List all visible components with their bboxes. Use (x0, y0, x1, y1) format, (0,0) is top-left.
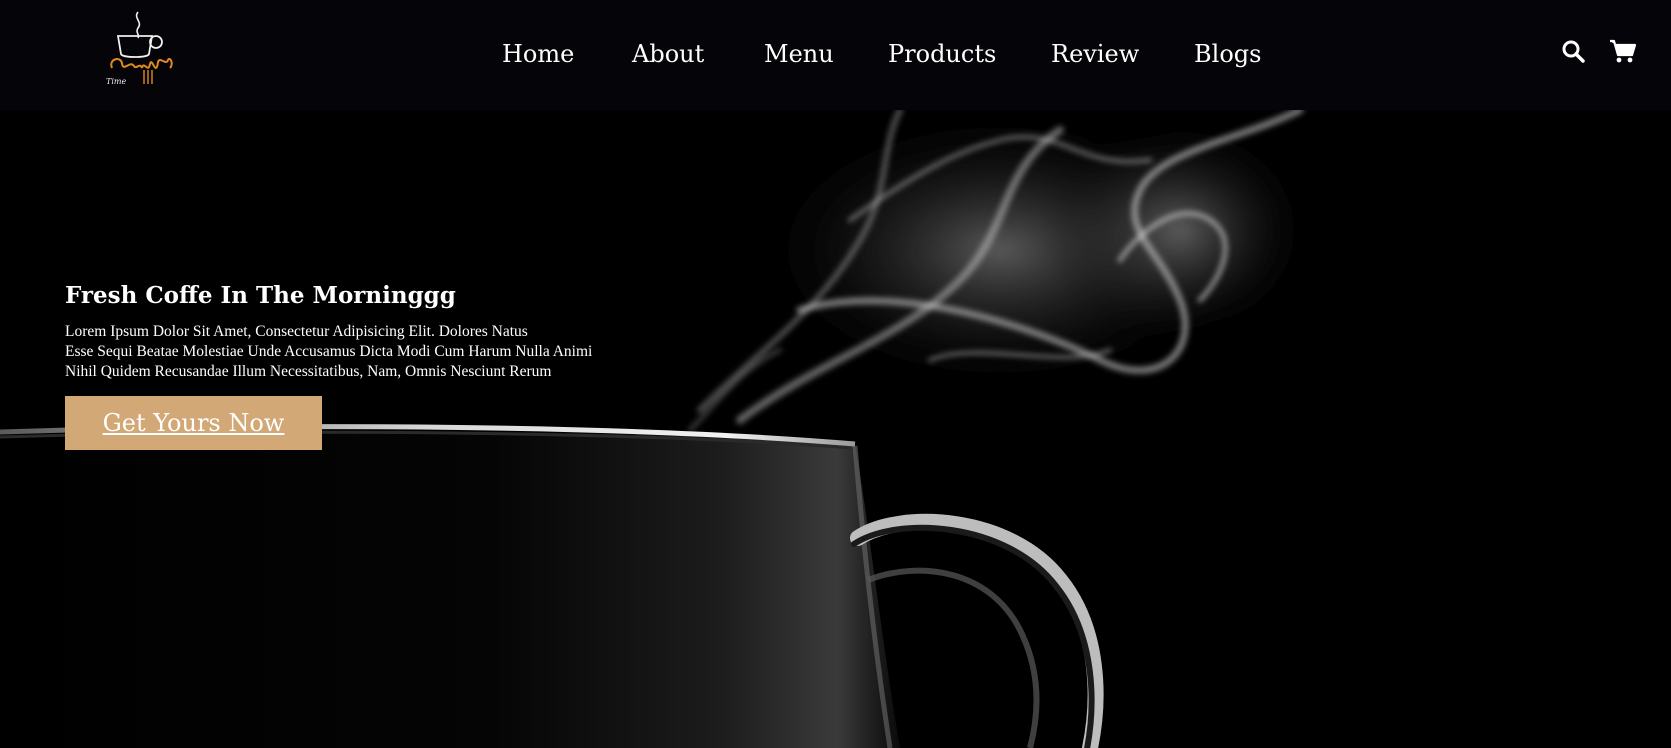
nav-item-blogs[interactable]: Blogs (1194, 36, 1261, 72)
hero-description-line: Esse Sequi Beatae Molestiae Unde Accusam… (65, 343, 593, 360)
coffee-time-logo[interactable]: Time (100, 10, 180, 88)
hero-description-line: Lorem Ipsum Dolor Sit Amet, Consectetur … (65, 323, 528, 340)
svg-text:Time: Time (106, 77, 126, 86)
nav-item-menu[interactable]: Menu (764, 36, 834, 72)
search-button[interactable] (1556, 34, 1590, 68)
nav-item-products[interactable]: Products (888, 36, 996, 72)
get-yours-now-button[interactable]: Get Yours Now (65, 396, 322, 450)
site-header: Time Home About Menu Products Review Blo… (0, 0, 1671, 110)
nav-item-home[interactable]: Home (502, 36, 574, 72)
shopping-cart-icon (1610, 39, 1637, 63)
nav-item-about[interactable]: About (632, 36, 704, 72)
hero-title: Fresh Coffe In The Morninggg (65, 282, 456, 309)
hero-description: Lorem Ipsum Dolor Sit Amet, Consectetur … (65, 322, 665, 382)
hero-description-line: Nihil Quidem Recusandae Illum Necessitat… (65, 363, 552, 380)
page: Time Home About Menu Products Review Blo… (0, 0, 1671, 748)
nav-item-review[interactable]: Review (1051, 36, 1139, 72)
search-icon (1562, 40, 1585, 63)
hero-content: Fresh Coffe In The Morninggg Lorem Ipsum… (65, 280, 705, 450)
coffee-cup-logo-icon: Time (106, 11, 173, 86)
cart-button[interactable] (1606, 34, 1640, 68)
